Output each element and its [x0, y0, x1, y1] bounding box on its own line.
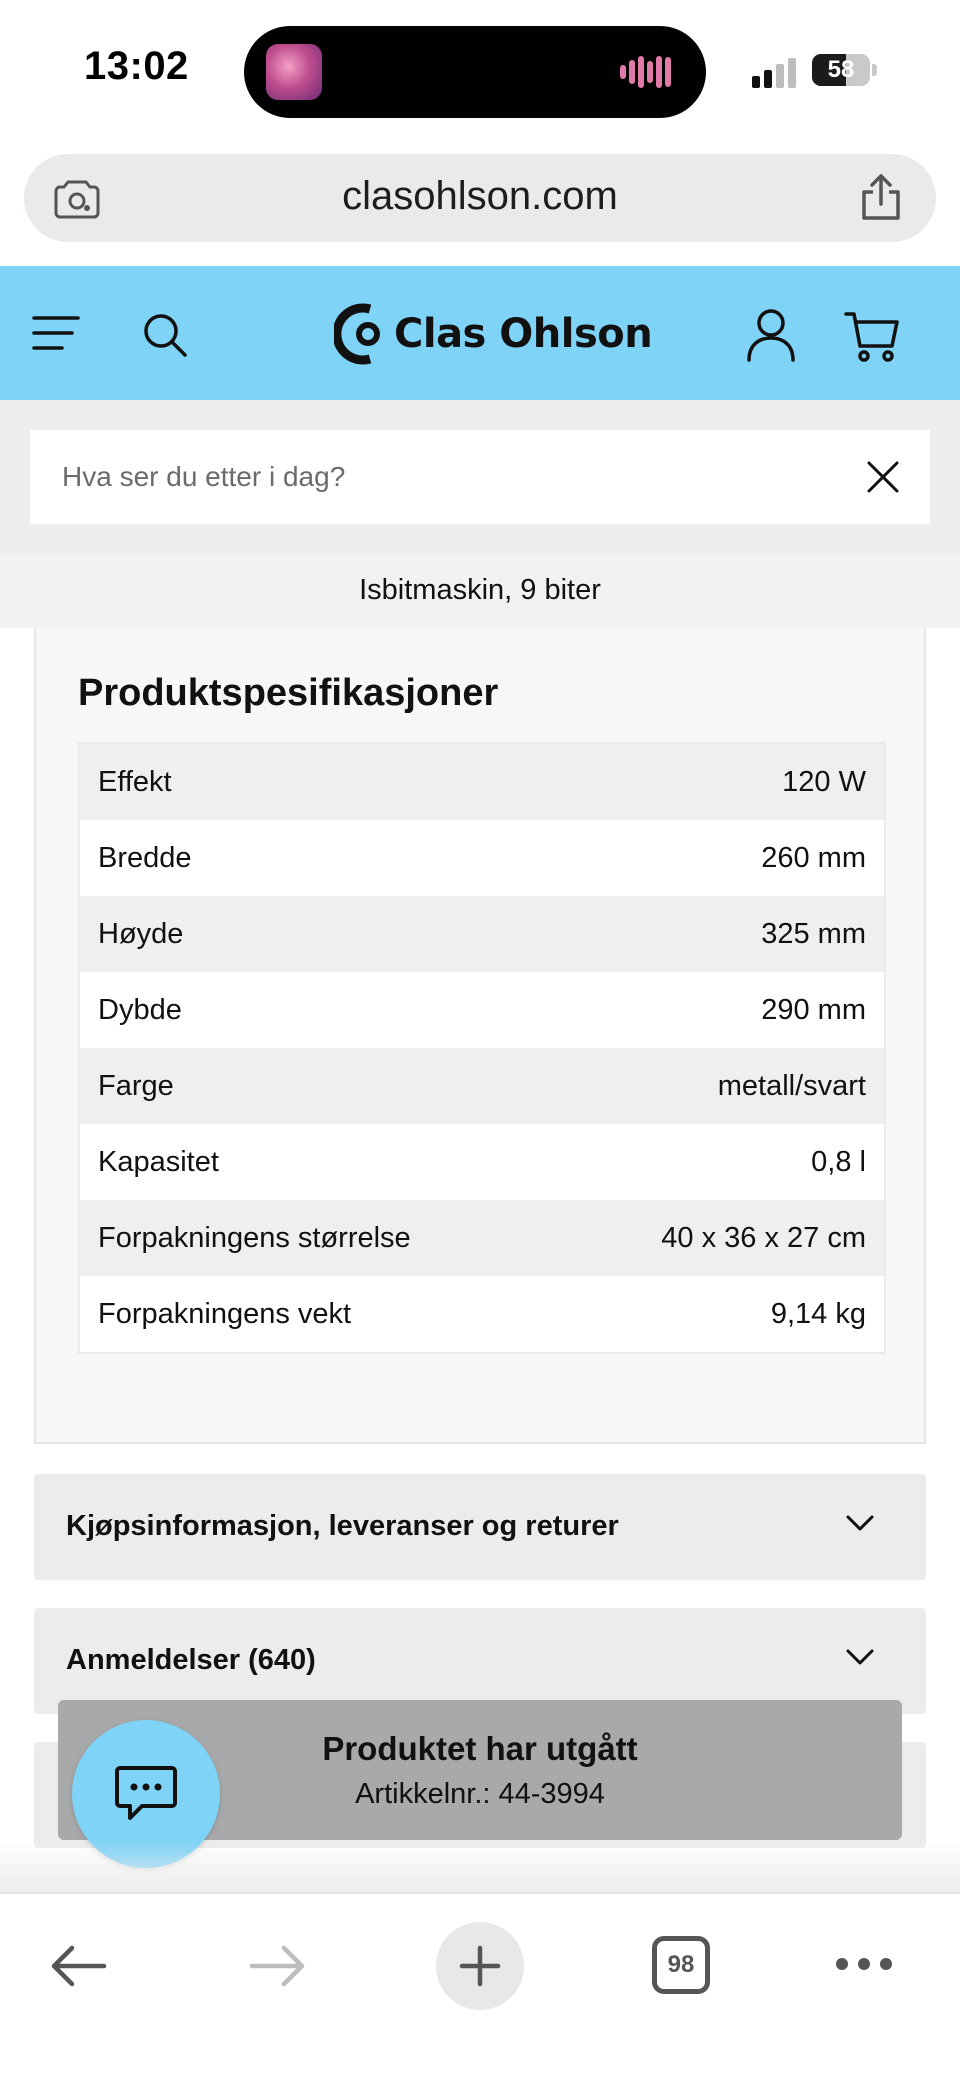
search-box[interactable]: [30, 430, 930, 524]
user-icon[interactable]: [746, 308, 796, 362]
accordion-label: Anmeldelser (640): [66, 1644, 316, 1676]
product-name: Isbitmaskin, 9 biter: [359, 574, 601, 606]
tabs-button[interactable]: 98: [652, 1936, 710, 1994]
spec-value: metall/svart: [717, 1069, 866, 1102]
hamburger-menu-icon[interactable]: [32, 314, 80, 352]
battery-icon: 58: [812, 54, 870, 86]
spec-row: Effekt 120 W: [80, 744, 884, 820]
now-playing-artwork: [266, 44, 322, 100]
address-bar[interactable]: clasohlson.com: [24, 154, 936, 242]
accordion-reviews[interactable]: Anmeldelser (640): [34, 1608, 926, 1714]
spec-row: Forpakningens vekt 9,14 kg: [80, 1276, 884, 1352]
accordion-label: Kjøpsinformasjon, leveranser og returer: [66, 1510, 619, 1542]
spec-value: 260 mm: [761, 841, 866, 874]
spec-value: 40 x 36 x 27 cm: [661, 1221, 866, 1254]
chevron-down-icon: [846, 1515, 874, 1531]
spec-value: 0,8 l: [811, 1145, 866, 1178]
battery-level: 58: [827, 56, 855, 83]
spec-row: Bredde 260 mm: [80, 820, 884, 896]
spec-value: 120 W: [782, 765, 866, 798]
spec-row: Kapasitet 0,8 l: [80, 1124, 884, 1200]
search-section: [0, 400, 960, 554]
accordion-purchase-info[interactable]: Kjøpsinformasjon, leveranser og returer: [34, 1474, 926, 1580]
spec-row: Farge metall/svart: [80, 1048, 884, 1124]
clas-ohlson-logo[interactable]: Clas Ohlson: [334, 302, 653, 366]
spec-label: Forpakningens vekt: [98, 1297, 352, 1330]
spec-row: Forpakningens størrelse 40 x 36 x 27 cm: [80, 1200, 884, 1276]
spec-row: Høyde 325 mm: [80, 896, 884, 972]
close-icon[interactable]: [866, 460, 900, 494]
specifications-panel: Produktspesifikasjoner Effekt 120 W Bredd…: [34, 628, 926, 1444]
new-tab-button[interactable]: [436, 1922, 524, 2010]
product-name-bar: Isbitmaskin, 9 biter: [0, 554, 960, 628]
spec-label: Effekt: [98, 765, 172, 798]
share-icon[interactable]: [858, 172, 904, 222]
brand-name: Clas Ohlson: [394, 311, 653, 357]
spec-label: Kapasitet: [98, 1145, 219, 1178]
audio-waveform-icon: [620, 56, 684, 90]
site-header: Clas Ohlson: [0, 266, 960, 400]
spec-value: 290 mm: [761, 993, 866, 1026]
status-time: 13:02: [84, 44, 189, 88]
spec-label: Dybde: [98, 993, 182, 1026]
bottom-fade: [0, 1840, 960, 1892]
cellular-signal-icon: [752, 58, 798, 88]
plus-icon: [459, 1945, 501, 1987]
battery-cap: [872, 64, 877, 76]
arrow-right-icon[interactable]: [248, 1944, 308, 1988]
spec-value: 325 mm: [761, 917, 866, 950]
spec-label: Farge: [98, 1069, 174, 1102]
url-text[interactable]: clasohlson.com: [24, 174, 936, 219]
status-bar: 13:02 58: [0, 0, 960, 140]
more-icon[interactable]: [834, 1956, 894, 1972]
specifications-title: Produktspesifikasjoner: [78, 672, 499, 714]
dynamic-island[interactable]: [244, 26, 706, 118]
specifications-table: Effekt 120 W Bredde 260 mm Høyde 325 mm Dyb…: [78, 742, 886, 1354]
browser-toolbar: 98: [0, 1892, 960, 2081]
spec-value: 9,14 kg: [770, 1297, 866, 1330]
chevron-down-icon: [846, 1649, 874, 1665]
chat-icon: [115, 1766, 177, 1820]
search-icon[interactable]: [142, 312, 188, 358]
arrow-left-icon[interactable]: [48, 1944, 108, 1988]
clas-ohlson-logo-mark: [334, 303, 380, 365]
search-input[interactable]: [30, 430, 850, 524]
spec-row: Dybde 290 mm: [80, 972, 884, 1048]
spec-label: Høyde: [98, 917, 184, 950]
cart-icon[interactable]: [844, 310, 900, 364]
spec-label: Bredde: [98, 841, 192, 874]
spec-label: Forpakningens størrelse: [98, 1221, 411, 1254]
